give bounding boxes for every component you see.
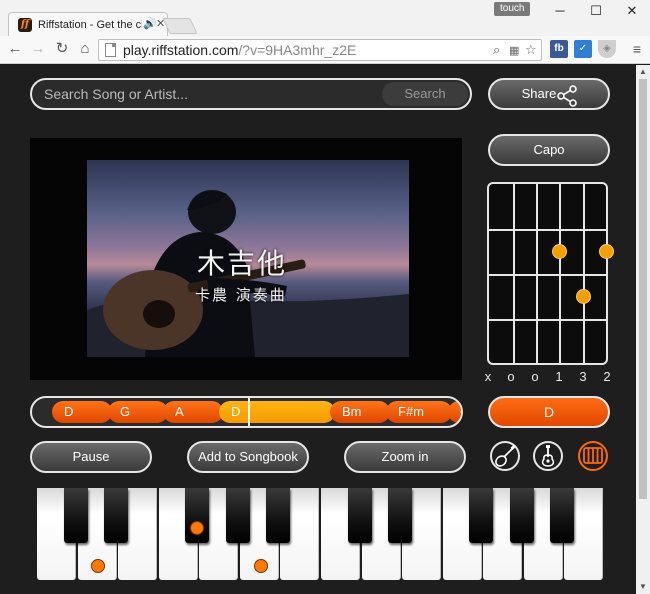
piano-black-key[interactable]	[510, 488, 534, 543]
piano-keys-icon	[583, 447, 603, 464]
finger-position-dot	[599, 244, 614, 259]
piano-black-key[interactable]	[469, 488, 493, 543]
chord-chip[interactable]: G	[108, 401, 168, 423]
browser-toolbar: ← → ↻ ⌂ play.riffstation.com/?v=9HA3mhr_…	[0, 36, 650, 64]
chord-chip[interactable]: G	[448, 401, 461, 423]
fret-line	[489, 229, 606, 231]
check-extension-icon[interactable]: ✓	[574, 40, 592, 58]
search-input[interactable]	[32, 80, 382, 108]
tab-title: Riffstation - Get the cl	[38, 19, 142, 31]
fret-line	[489, 319, 606, 321]
string-marker: 2	[603, 369, 611, 384]
title-bar: ff Riffstation - Get the cl 🔊 ✕ touch ─ …	[0, 0, 650, 38]
facebook-extension-icon[interactable]: fb	[550, 40, 568, 58]
riffstation-page: Search Share 木吉他 卡農 演奏曲	[0, 65, 636, 594]
zoom-magnifier-icon[interactable]: ⌕	[493, 42, 500, 58]
reload-icon[interactable]: ↻	[51, 38, 73, 60]
string-marker: 1	[555, 369, 563, 384]
fret-line	[489, 274, 606, 276]
current-chord-button[interactable]: D	[488, 396, 610, 428]
electric-guitar-mode-button[interactable]	[490, 441, 520, 471]
touch-badge: touch	[494, 2, 531, 16]
string-marker: o	[531, 369, 539, 384]
maximize-icon[interactable]: ☐	[578, 0, 614, 22]
page-scrollbar[interactable]: ▲ ▼	[636, 65, 650, 594]
chord-chip[interactable]: F#m	[386, 401, 452, 423]
active-note-dot	[91, 559, 105, 573]
speaker-icon[interactable]: 🔊	[143, 17, 157, 30]
piano-black-key[interactable]	[550, 488, 574, 543]
pause-button[interactable]: Pause	[30, 441, 152, 473]
browser-tab[interactable]: ff Riffstation - Get the cl 🔊 ✕	[8, 12, 168, 38]
acoustic-guitar-icon	[541, 445, 555, 467]
video-frame: 木吉他 卡農 演奏曲	[87, 160, 409, 357]
piano-black-key[interactable]	[64, 488, 88, 543]
riffstation-favicon-icon: ff	[18, 18, 32, 32]
bookmark-star-icon[interactable]: ☆	[525, 42, 537, 58]
search-button[interactable]: Search	[382, 82, 468, 106]
playhead[interactable]	[248, 398, 250, 426]
chord-chip[interactable]: A	[163, 401, 223, 423]
shield-extension-icon[interactable]: ◈	[598, 40, 616, 58]
chord-chip-current[interactable]: D	[219, 401, 335, 423]
piano-black-key[interactable]	[226, 488, 250, 543]
scroll-thumb[interactable]	[639, 79, 647, 499]
piano-black-key[interactable]	[104, 488, 128, 543]
active-note-dot	[254, 559, 268, 573]
electric-guitar-icon	[495, 445, 516, 467]
piano-black-key[interactable]	[266, 488, 290, 543]
string-marker: 3	[579, 369, 587, 384]
chord-timeline[interactable]: D G A D Bm F#m G	[30, 396, 463, 428]
piano-black-key[interactable]	[388, 488, 412, 543]
home-icon[interactable]: ⌂	[74, 38, 96, 60]
string-marker: x	[484, 369, 492, 384]
url-text: play.riffstation.com/?v=9HA3mhr_z2E	[123, 42, 357, 58]
scroll-up-arrow-icon[interactable]: ▲	[636, 65, 650, 79]
translate-icon[interactable]: ▦	[509, 44, 519, 57]
video-subtitle-overlay: 卡農 演奏曲	[195, 286, 287, 304]
back-arrow-icon[interactable]: ←	[4, 38, 26, 60]
minimize-icon[interactable]: ─	[542, 0, 578, 22]
chord-diagram	[487, 182, 614, 365]
search-bar: Search	[30, 78, 472, 110]
active-note-dot	[190, 521, 204, 535]
zoom-in-button[interactable]: Zoom in	[344, 441, 466, 473]
piano-keyboard[interactable]	[37, 488, 605, 580]
share-label: Share	[521, 86, 557, 101]
address-bar[interactable]: play.riffstation.com/?v=9HA3mhr_z2E ⌕ ▦ …	[98, 39, 542, 61]
share-button[interactable]: Share	[488, 78, 610, 110]
scroll-down-arrow-icon[interactable]: ▼	[636, 580, 650, 594]
video-player[interactable]: 木吉他 卡農 演奏曲	[30, 138, 462, 380]
capo-button[interactable]: Capo	[488, 134, 610, 166]
forward-arrow-icon[interactable]: →	[27, 38, 49, 60]
video-title-overlay: 木吉他	[197, 247, 288, 280]
finger-position-dot	[552, 244, 567, 259]
menu-icon[interactable]: ≡	[626, 38, 648, 60]
piano-black-key[interactable]	[348, 488, 372, 543]
add-to-songbook-button[interactable]: Add to Songbook	[187, 441, 309, 473]
chord-chip[interactable]: D	[52, 401, 112, 423]
string-marker: o	[507, 369, 515, 384]
share-icon	[557, 85, 577, 107]
close-window-icon[interactable]: ✕	[614, 0, 650, 22]
acoustic-guitar-mode-button[interactable]	[533, 441, 563, 471]
finger-position-dot	[576, 289, 591, 304]
page-icon	[105, 43, 116, 57]
chord-chip[interactable]: Bm	[330, 401, 390, 423]
piano-mode-button[interactable]	[578, 441, 608, 471]
